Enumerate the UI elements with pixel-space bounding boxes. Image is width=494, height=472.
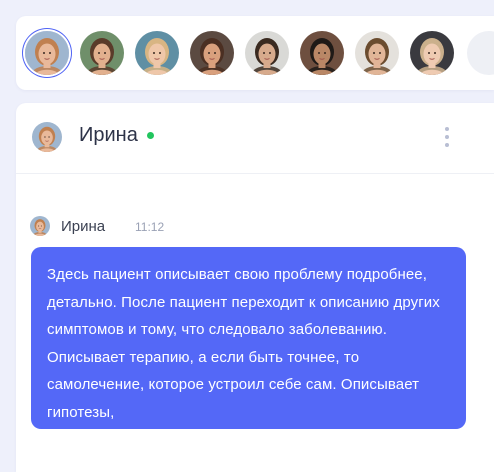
message-text: Здесь пациент описывает свою проблему по… [47,266,440,421]
chat-panel: Ирина Ирина 11:12 Здесь пациент описывае… [16,103,494,472]
contact-avatar[interactable] [80,31,124,75]
contacts-bar [16,16,494,90]
contact-avatar[interactable] [245,31,289,75]
contact-avatar[interactable] [300,31,344,75]
message-time: 11:12 [135,220,165,234]
contact-avatar[interactable] [410,31,454,75]
more-vertical-icon[interactable] [440,127,454,151]
message-bubble: Здесь пациент описывает свою проблему по… [31,247,466,429]
avatar[interactable] [32,122,62,152]
contact-avatar[interactable] [135,31,179,75]
chat-header: Ирина [16,103,494,174]
contact-avatar[interactable] [355,31,399,75]
chat-contact-name: Ирина [79,124,138,146]
message-avatar [30,216,50,236]
more-contacts[interactable] [467,31,494,75]
message-author: Ирина [61,218,106,235]
online-status-dot [147,132,154,139]
contact-avatar[interactable] [190,31,234,75]
contact-avatar[interactable] [25,31,69,75]
